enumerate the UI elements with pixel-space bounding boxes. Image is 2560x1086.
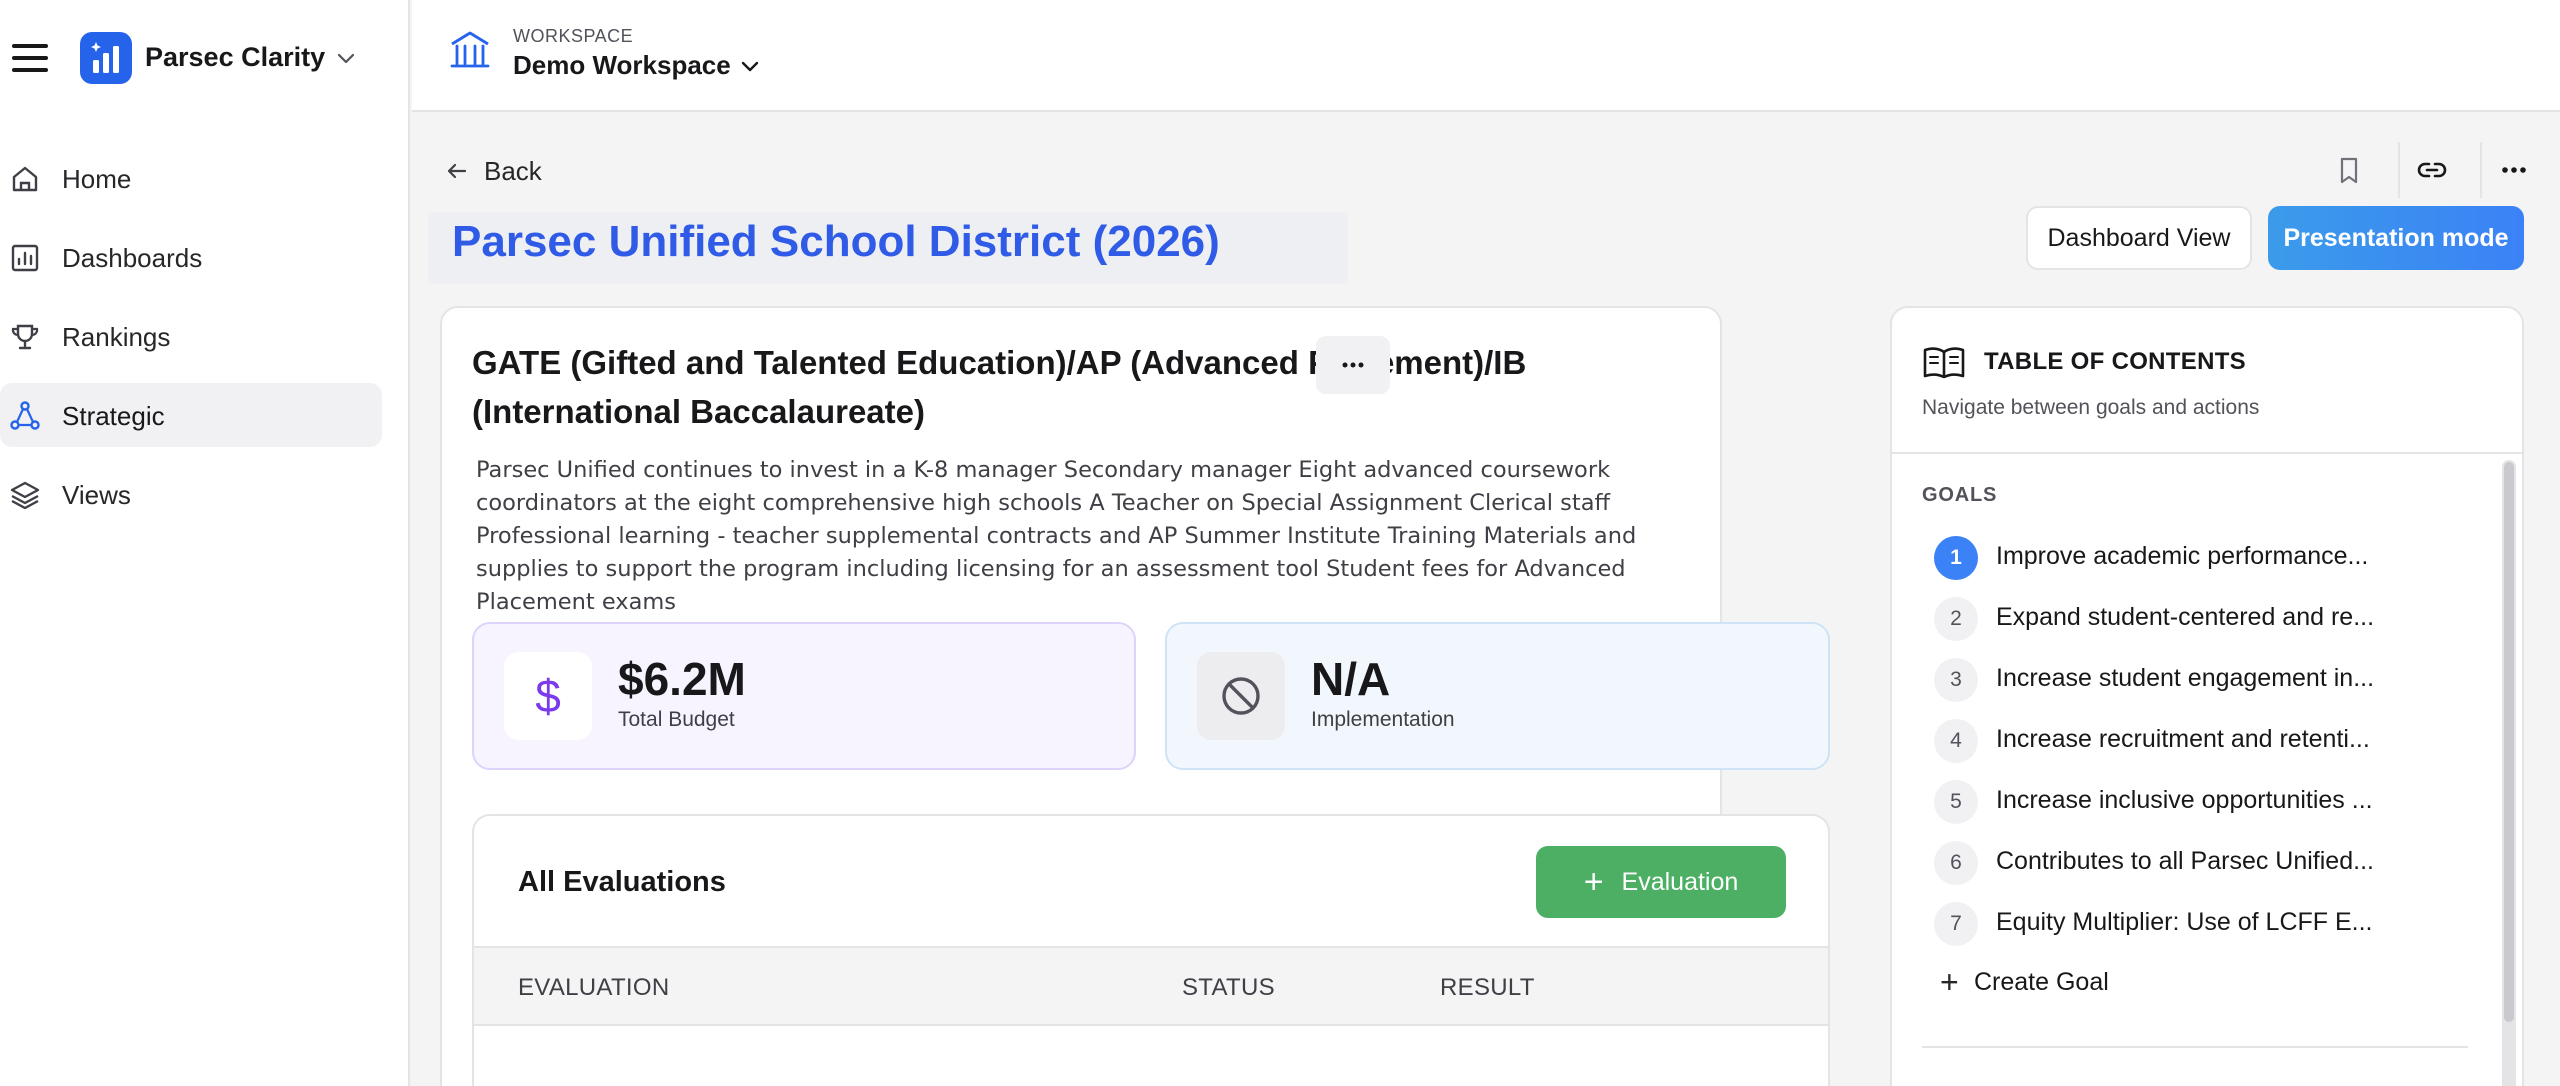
toc-title: TABLE OF CONTENTS (1984, 348, 2246, 375)
implementation-value: N/A (1311, 653, 1391, 705)
sidebar-item-home[interactable]: Home (0, 146, 382, 210)
menu-icon[interactable] (12, 44, 48, 72)
more-options-button[interactable] (2480, 142, 2546, 198)
sidebar-item-strategic[interactable]: Strategic (0, 383, 382, 447)
sidebar-item-label: Strategic (62, 401, 165, 431)
toc-goal-item[interactable]: 6 Contributes to all Parsec Unified... (1934, 839, 2434, 887)
sidebar-item-label: Views (62, 480, 131, 510)
sidebar: Parsec Clarity Home Dashboards Rankings … (0, 0, 410, 1086)
column-header-result[interactable]: RESULT (1440, 974, 1535, 1002)
sidebar-item-label: Home (62, 164, 132, 194)
goal-number-badge: 3 (1934, 658, 1978, 702)
link-icon (2417, 162, 2447, 178)
brand-logo-icon (80, 32, 132, 84)
goal-number-badge: 5 (1934, 780, 1978, 824)
divider (1922, 1046, 2468, 1048)
workspace-caption: WORKSPACE (513, 26, 634, 46)
toc-goal-item[interactable]: 1 Improve academic performance... (1934, 534, 2434, 582)
prohibited-icon (1197, 652, 1285, 740)
trophy-icon (11, 324, 39, 350)
back-button[interactable]: Back (444, 154, 542, 188)
goals-section-label: GOALS (1922, 484, 1998, 506)
goal-label: Contributes to all Parsec Unified... (1996, 847, 2374, 875)
workspace-selector[interactable]: Demo Workspace (513, 50, 731, 81)
sidebar-item-dashboards[interactable]: Dashboards (0, 225, 382, 289)
dollar-icon: $ (504, 652, 592, 740)
copy-link-button[interactable] (2398, 142, 2464, 198)
more-horizontal-icon (2502, 167, 2526, 173)
arrow-left-icon (447, 163, 467, 179)
evaluations-table-header: EVALUATION STATUS RESULT (474, 946, 1828, 1026)
column-header-evaluation[interactable]: EVALUATION (518, 974, 669, 1002)
toc-scrollbar[interactable] (2502, 460, 2516, 1086)
dashboard-view-button[interactable]: Dashboard View (2026, 206, 2252, 270)
action-description: Parsec Unified continues to invest in a … (476, 457, 1637, 615)
goal-number-badge: 7 (1934, 902, 1978, 946)
bookmark-icon (2340, 157, 2358, 184)
goal-number-badge: 1 (1934, 536, 1978, 580)
table-of-contents: TABLE OF CONTENTS Navigate between goals… (1890, 306, 2524, 1086)
workspace-header: WORKSPACE Demo Workspace (412, 0, 2560, 112)
home-icon (12, 166, 38, 192)
back-label: Back (484, 156, 542, 186)
divider (1892, 452, 2522, 454)
goal-number-badge: 4 (1934, 719, 1978, 763)
presentation-mode-button[interactable]: Presentation mode (2268, 206, 2524, 270)
budget-label: Total Budget (618, 708, 735, 731)
book-open-icon (1923, 347, 1965, 379)
evaluations-panel: All Evaluations + Evaluation EVALUATION … (472, 814, 1830, 1086)
implementation-stat-card: N/A Implementation (1165, 622, 1830, 770)
sidebar-item-rankings[interactable]: Rankings (0, 304, 382, 368)
goal-label: Equity Multiplier: Use of LCFF E... (1996, 908, 2373, 936)
goal-label: Increase inclusive opportunities ... (1996, 786, 2373, 814)
page-title: Parsec Unified School District (2026) (452, 217, 1220, 266)
more-horizontal-icon (1342, 362, 1364, 368)
strategic-icon (10, 401, 40, 430)
goal-label: Increase recruitment and retenti... (1996, 725, 2370, 753)
dashboard-icon (11, 244, 39, 272)
goal-label: Expand student-centered and re... (1996, 603, 2375, 631)
goal-label: Improve academic performance... (1996, 542, 2369, 570)
toc-goal-item[interactable]: 4 Increase recruitment and retenti... (1934, 717, 2434, 765)
scrollbar-thumb[interactable] (2504, 462, 2514, 1022)
toc-subtitle: Navigate between goals and actions (1922, 396, 2260, 419)
column-header-status[interactable]: STATUS (1182, 974, 1275, 1002)
action-title: GATE (Gifted and Talented Education)/AP … (472, 344, 1527, 430)
sidebar-item-label: Dashboards (62, 243, 203, 273)
toc-goal-item[interactable]: 5 Increase inclusive opportunities ... (1934, 778, 2434, 826)
sidebar-item-views[interactable]: Views (0, 462, 382, 526)
create-goal-label: Create Goal (1974, 968, 2109, 996)
chevron-down-icon[interactable] (738, 54, 762, 78)
evaluations-title: All Evaluations (518, 866, 726, 898)
building-icon (450, 31, 490, 68)
toc-goal-item[interactable]: 7 Equity Multiplier: Use of LCFF E... (1934, 900, 2434, 948)
goal-number-badge: 6 (1934, 841, 1978, 885)
bookmark-button[interactable] (2316, 142, 2382, 198)
budget-stat-card: $ $6.2M Total Budget (472, 622, 1136, 770)
budget-value: $6.2M (618, 653, 746, 705)
toc-goal-item[interactable]: 3 Increase student engagement in... (1934, 656, 2434, 704)
plus-icon: + (1940, 964, 1959, 1000)
add-evaluation-button[interactable]: + Evaluation (1536, 846, 1786, 918)
implementation-label: Implementation (1311, 708, 1455, 731)
sidebar-item-label: Rankings (62, 322, 171, 352)
layers-icon (10, 481, 40, 510)
add-evaluation-label: Evaluation (1621, 867, 1739, 896)
action-more-button[interactable] (1316, 336, 1390, 394)
goal-label: Increase student engagement in... (1996, 664, 2375, 692)
plus-icon: + (1583, 863, 1604, 901)
goal-number-badge: 2 (1934, 597, 1978, 641)
brand-name[interactable]: Parsec Clarity (145, 42, 325, 73)
toc-goal-item[interactable]: 2 Expand student-centered and re... (1934, 595, 2434, 643)
chevron-down-icon[interactable] (334, 46, 358, 70)
